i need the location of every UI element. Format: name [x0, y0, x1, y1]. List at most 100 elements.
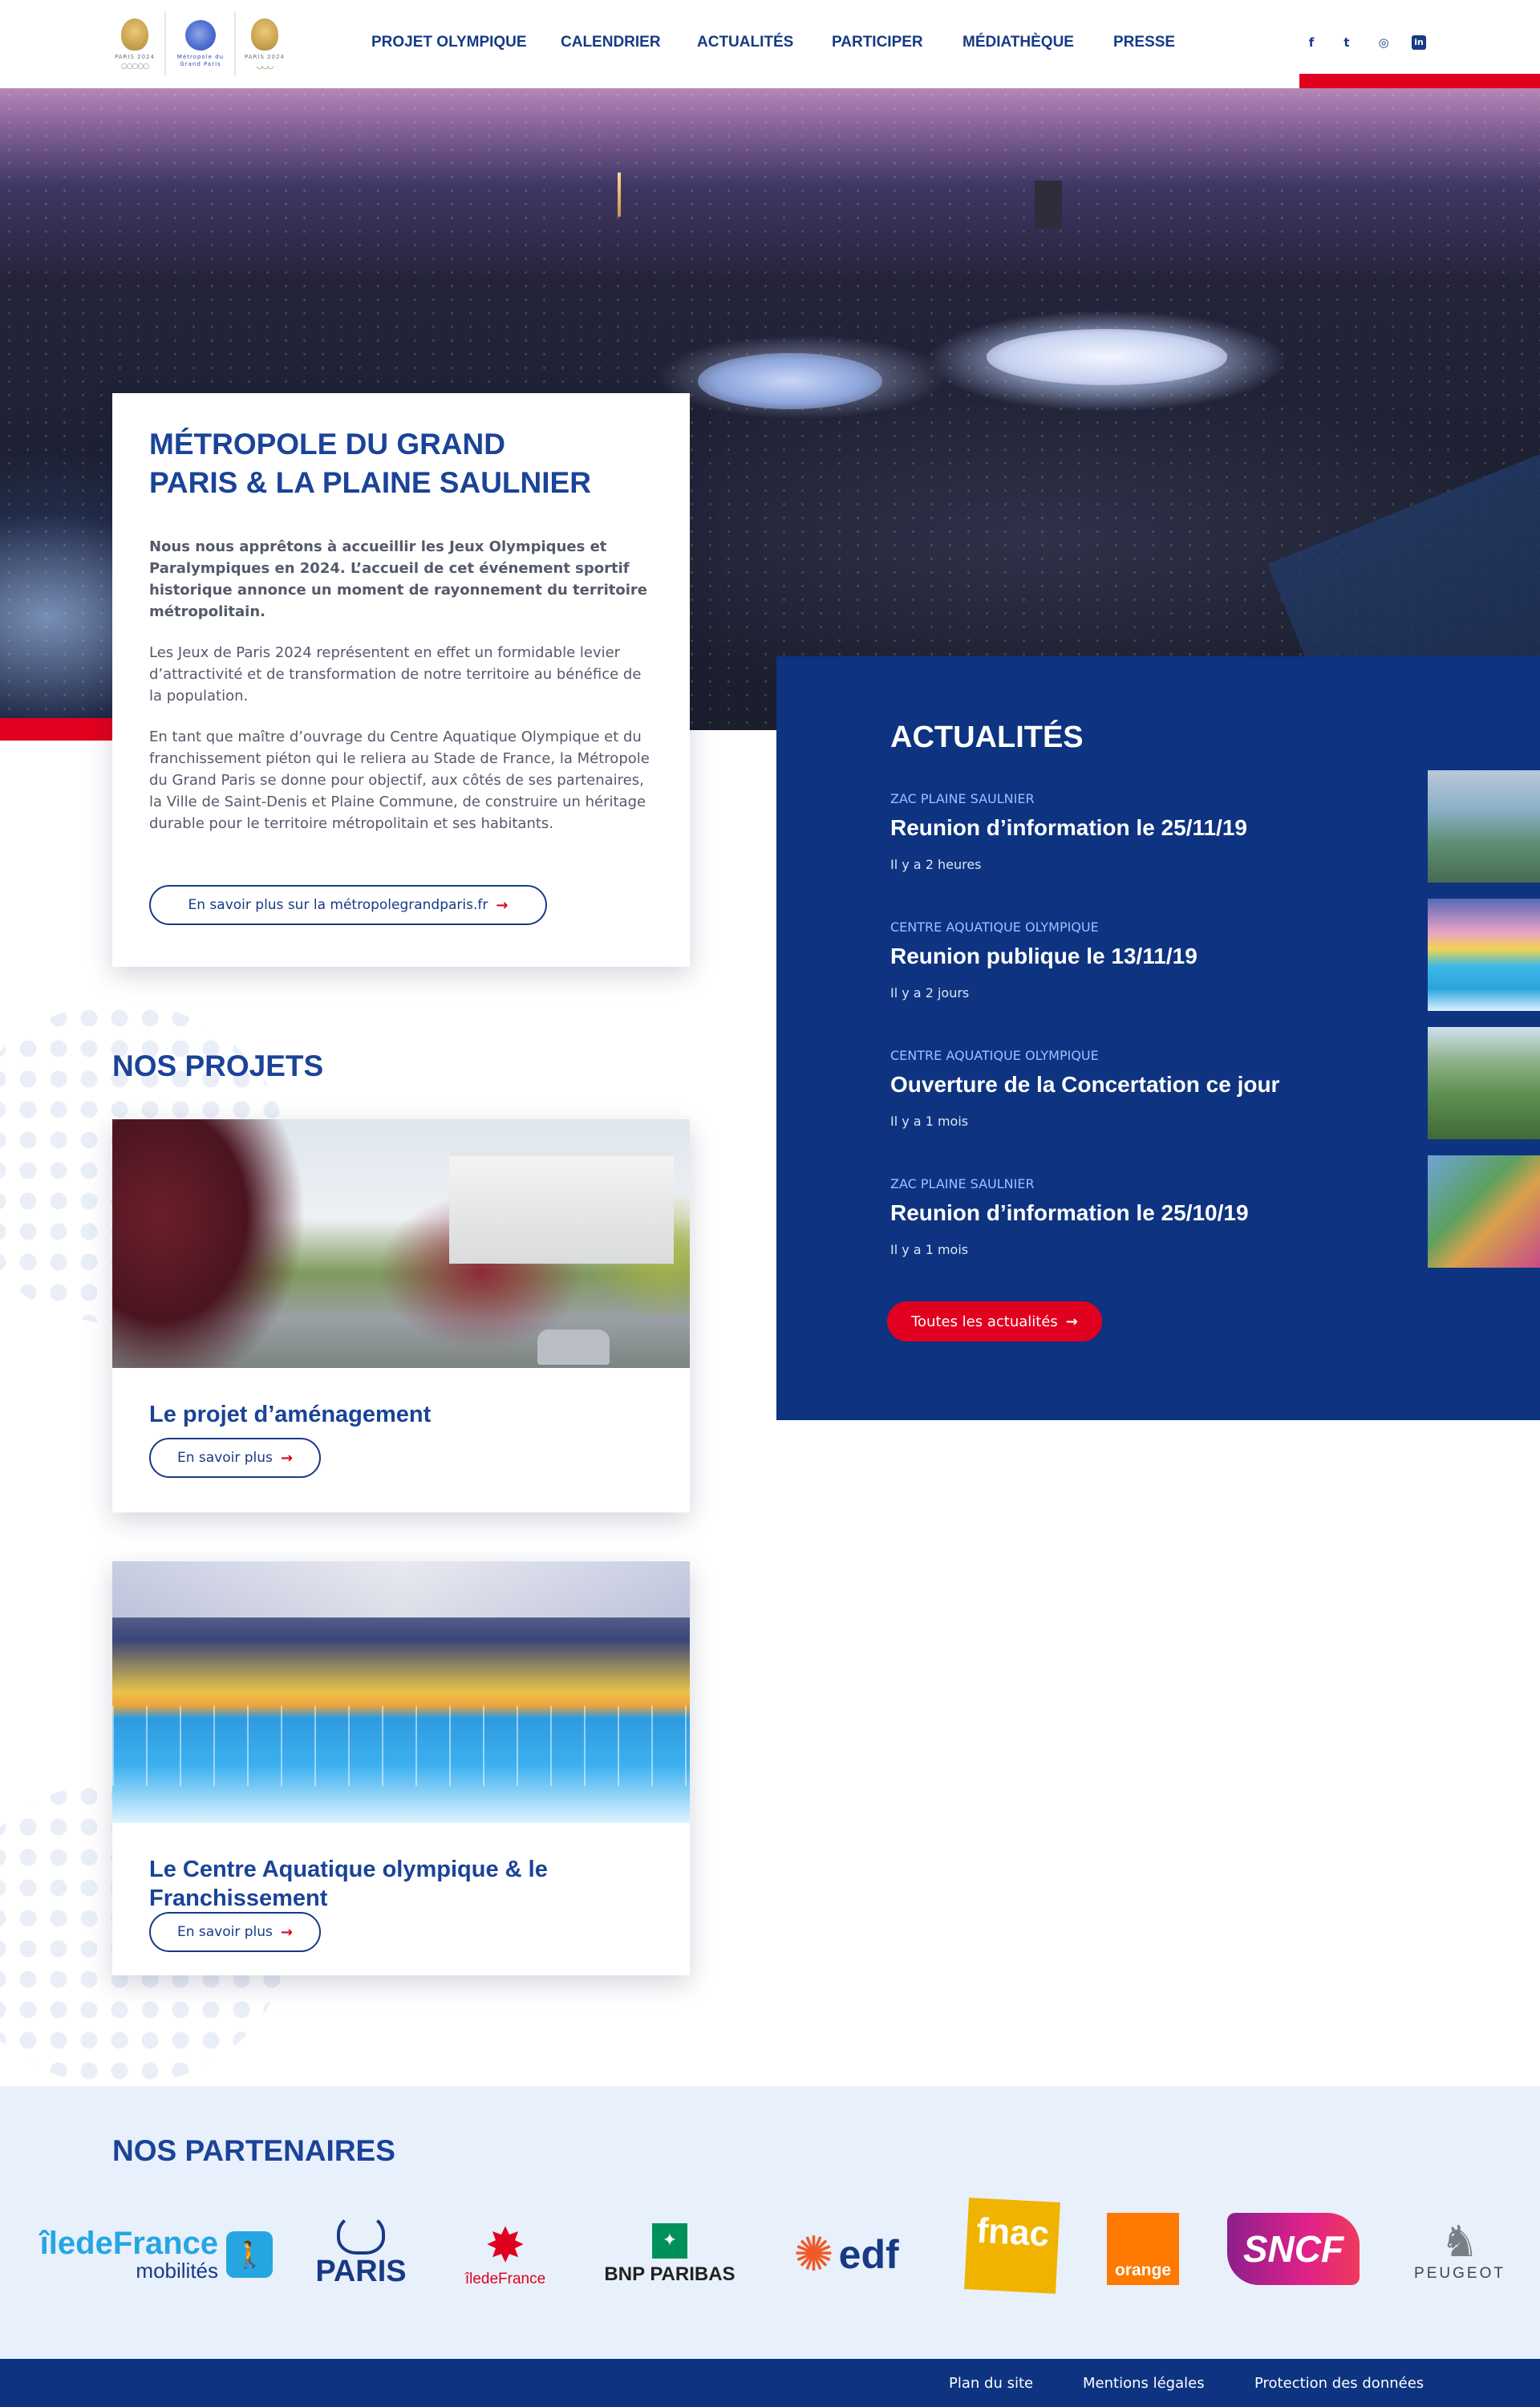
car-render	[537, 1329, 610, 1365]
partner-wordmark: PARIS	[315, 2254, 407, 2288]
news-item[interactable]: CENTRE AQUATIQUE OLYMPIQUE Reunion publi…	[890, 899, 1540, 1033]
paris-2024-logo[interactable]: PARIS 2024 ○○○○○	[111, 11, 159, 77]
partner-logo-sncf[interactable]: SNCF	[1227, 2213, 1360, 2285]
tower-building	[1035, 181, 1062, 229]
agitos-icon: ◡◡◡	[256, 62, 274, 71]
project-image-greenway[interactable]	[112, 1119, 690, 1368]
partner-logo-fnac[interactable]: fnac	[964, 2198, 1060, 2294]
partner-logo-iledefrance[interactable]: ✸ îledeFrance	[449, 2206, 561, 2303]
news-time: Il y a 1 mois	[890, 1114, 969, 1129]
red-accent-bar-left	[0, 718, 112, 741]
intro-card: MÉTROPOLE DU GRAND PARIS & LA PLAINE SAU…	[112, 393, 690, 967]
project-title[interactable]: Le Centre Aquatique olympique & le Franc…	[149, 1855, 566, 1913]
nav-participer[interactable]: PARTICIPER	[832, 34, 923, 51]
project-more-button[interactable]: En savoir plus →	[149, 1912, 321, 1952]
button-label: En savoir plus	[176, 1450, 273, 1466]
logo-divider	[234, 11, 236, 75]
news-thumbnail-pool[interactable]	[1428, 899, 1540, 1011]
eiffel-tower	[618, 173, 621, 217]
footer-link-protection-donnees[interactable]: Protection des données	[1254, 2375, 1424, 2392]
partner-logo-edf[interactable]: ✺ edf	[774, 2222, 918, 2287]
instagram-icon[interactable]: ◎	[1375, 34, 1392, 51]
partner-wordmark: mobilités	[136, 2259, 218, 2283]
partner-wordmark: BNP PARIBAS	[604, 2263, 736, 2285]
partner-wordmark: PEUGEOT	[1414, 2265, 1506, 2282]
nav-mediatheque[interactable]: MÉDIATHÈQUE	[962, 34, 1074, 51]
project-image-aquatic-centre[interactable]	[112, 1561, 690, 1823]
nav-calendrier[interactable]: CALENDRIER	[561, 34, 661, 51]
intro-paragraph: En tant que maître d’ouvrage du Centre A…	[149, 729, 650, 832]
pedestrian-icon: 🚶	[226, 2231, 273, 2278]
arrow-right-icon: →	[1065, 1313, 1078, 1330]
news-item[interactable]: ZAC PLAINE SAULNIER Reunion d’informatio…	[890, 770, 1540, 905]
button-label: En savoir plus	[176, 1924, 273, 1940]
partner-wordmark: orange	[1114, 2261, 1171, 2279]
project-more-button[interactable]: En savoir plus →	[149, 1438, 321, 1478]
olympic-flame-icon	[121, 18, 148, 51]
intro-lead: Nous nous apprêtons à accueillir les Jeu…	[149, 538, 647, 620]
partner-logo-bnp-paribas[interactable]: ✦ BNP PARIBAS	[598, 2214, 742, 2295]
nav-actualites[interactable]: ACTUALITÉS	[697, 34, 793, 51]
news-item[interactable]: ZAC PLAINE SAULNIER Reunion d’informatio…	[890, 1155, 1540, 1290]
partner-wordmark: fnac	[975, 2210, 1051, 2255]
twitter-icon[interactable]: t	[1338, 34, 1356, 51]
logo-divider	[164, 11, 166, 75]
news-thumbnail-urban-render[interactable]	[1428, 1155, 1540, 1268]
partner-wordmark: edf	[838, 2232, 899, 2277]
facebook-icon[interactable]: f	[1303, 34, 1320, 51]
metropole-website-button[interactable]: En savoir plus sur la métropolegrandpari…	[149, 885, 547, 925]
partner-logo-iledefrance-mobilites[interactable]: îledeFrance mobilités 🚶	[24, 2214, 273, 2295]
metropole-grand-paris-logo[interactable]: Métropole du Grand Paris	[172, 11, 229, 77]
intro-title: MÉTROPOLE DU GRAND PARIS & LA PLAINE SAU…	[149, 428, 591, 499]
button-label: En savoir plus sur la métropolegrandpari…	[188, 897, 488, 913]
site-footer: Plan du site Mentions légales Protection…	[0, 2359, 1540, 2407]
news-category: ZAC PLAINE SAULNIER	[890, 791, 1035, 806]
partner-logo-paris[interactable]: PARIS	[305, 2202, 417, 2299]
news-headline[interactable]: Reunion publique le 13/11/19	[890, 944, 1198, 969]
paris-2024-paralympic-logo[interactable]: PARIS 2024 ◡◡◡	[241, 11, 289, 77]
button-label: Toutes les actualités	[911, 1313, 1058, 1330]
stade-de-france-roof	[698, 353, 882, 409]
red-star-icon: ✸	[484, 2218, 526, 2274]
news-category: ZAC PLAINE SAULNIER	[890, 1176, 1035, 1191]
partner-logo-peugeot[interactable]: ♞ PEUGEOT	[1400, 2206, 1520, 2295]
news-time: Il y a 2 jours	[890, 985, 970, 1001]
partner-wordmark: îledeFrance	[464, 2271, 546, 2287]
news-headline[interactable]: Reunion d’information le 25/10/19	[890, 1200, 1249, 1226]
news-headline[interactable]: Reunion d’information le 25/11/19	[890, 815, 1247, 841]
bnp-stars-icon: ✦	[652, 2223, 687, 2259]
peugeot-lion-icon: ♞	[1440, 2216, 1480, 2267]
nav-presse[interactable]: PRESSE	[1113, 34, 1175, 51]
arrow-right-icon: →	[280, 1923, 293, 1941]
arrow-right-icon: →	[496, 896, 509, 914]
news-thumbnail-aerial-masterplan[interactable]	[1428, 770, 1540, 883]
partner-wordmark: SNCF	[1242, 2228, 1344, 2270]
linkedin-icon[interactable]: in	[1412, 35, 1426, 50]
news-time: Il y a 2 heures	[890, 857, 982, 872]
news-panel: ACTUALITÉS ZAC PLAINE SAULNIER Reunion d…	[776, 656, 1540, 1420]
news-headline[interactable]: Ouverture de la Concertation ce jour	[890, 1072, 1279, 1098]
logo-caption: PARIS 2024	[115, 53, 155, 60]
partners-title: NOS PARTENAIRES	[112, 2134, 395, 2167]
paris-ship-icon	[337, 2212, 385, 2255]
footer-link-plan-du-site[interactable]: Plan du site	[949, 2375, 1033, 2392]
all-news-button[interactable]: Toutes les actualités →	[887, 1301, 1102, 1342]
news-time: Il y a 1 mois	[890, 1242, 969, 1257]
news-item[interactable]: CENTRE AQUATIQUE OLYMPIQUE Ouverture de …	[890, 1027, 1540, 1162]
project-title[interactable]: Le projet d’aménagement	[149, 1400, 431, 1429]
partners-section: NOS PARTENAIRES îledeFrance mobilités 🚶 …	[0, 2086, 1540, 2359]
news-thumbnail-aerial-site[interactable]	[1428, 1027, 1540, 1139]
partner-wordmark: îledeFrance	[39, 2226, 218, 2261]
logo-caption: Métropole du Grand Paris	[176, 54, 225, 67]
metropole-emblem-icon	[185, 20, 216, 51]
nav-projet-olympique[interactable]: PROJET OLYMPIQUE	[371, 34, 527, 51]
project-card[interactable]: Le projet d’aménagement En savoir plus →	[112, 1119, 690, 1512]
news-title: ACTUALITÉS	[890, 720, 1084, 754]
footer-link-mentions-legales[interactable]: Mentions légales	[1083, 2375, 1205, 2392]
paris-2024-roof-logo	[1067, 329, 1115, 358]
pool-lanes	[112, 1706, 690, 1786]
news-category: CENTRE AQUATIQUE OLYMPIQUE	[890, 919, 1099, 935]
partner-logo-orange[interactable]: orange	[1107, 2213, 1179, 2285]
project-card[interactable]: Le Centre Aquatique olympique & le Franc…	[112, 1561, 690, 1975]
paralympic-flame-icon	[251, 18, 278, 51]
